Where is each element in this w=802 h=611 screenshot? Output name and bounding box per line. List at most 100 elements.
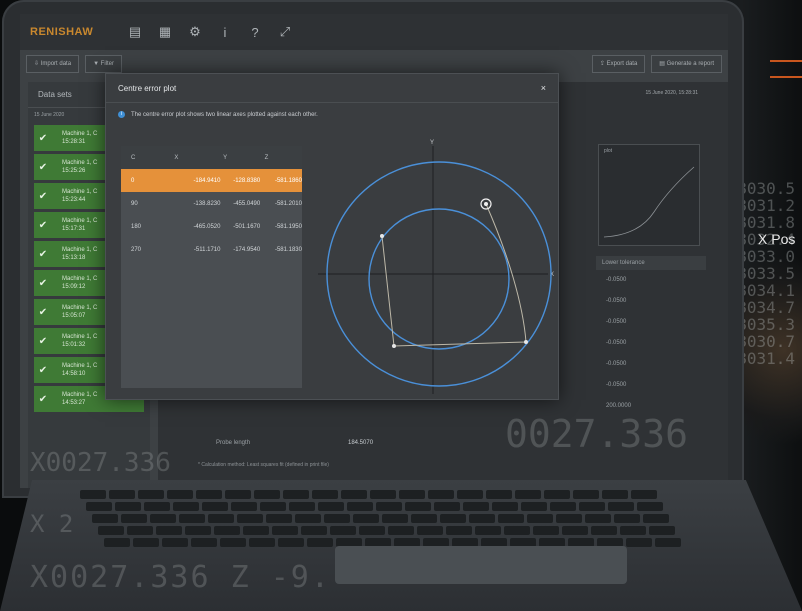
key[interactable] xyxy=(649,526,675,535)
gear-icon[interactable]: ⚙ xyxy=(180,24,210,40)
key[interactable] xyxy=(144,502,170,511)
key[interactable] xyxy=(486,490,512,499)
key[interactable] xyxy=(272,526,298,535)
key[interactable] xyxy=(109,490,135,499)
close-icon[interactable]: × xyxy=(541,83,546,93)
clipboard-icon[interactable]: ▦ xyxy=(150,24,180,40)
key[interactable] xyxy=(446,526,472,535)
key[interactable] xyxy=(498,514,524,523)
key[interactable] xyxy=(382,514,408,523)
filter-button[interactable]: ▼ Filter xyxy=(85,55,123,73)
key[interactable] xyxy=(208,514,234,523)
key[interactable] xyxy=(156,526,182,535)
key[interactable] xyxy=(602,490,628,499)
help-icon[interactable]: ? xyxy=(240,25,270,40)
key[interactable] xyxy=(527,514,553,523)
key[interactable] xyxy=(115,502,141,511)
key[interactable] xyxy=(237,514,263,523)
key[interactable] xyxy=(428,490,454,499)
key[interactable] xyxy=(127,526,153,535)
key[interactable] xyxy=(388,526,414,535)
key[interactable] xyxy=(515,490,541,499)
key[interactable] xyxy=(469,514,495,523)
key[interactable] xyxy=(150,514,176,523)
data-point[interactable] xyxy=(524,340,528,344)
key[interactable] xyxy=(341,490,367,499)
key[interactable] xyxy=(556,514,582,523)
key[interactable] xyxy=(585,514,611,523)
key[interactable] xyxy=(307,538,333,547)
key[interactable] xyxy=(133,538,159,547)
key[interactable] xyxy=(214,526,240,535)
key[interactable] xyxy=(562,526,588,535)
key[interactable] xyxy=(318,502,344,511)
key[interactable] xyxy=(202,502,228,511)
key[interactable] xyxy=(434,502,460,511)
import-data-button[interactable]: ⇩ Import data xyxy=(26,55,80,73)
key[interactable] xyxy=(179,514,205,523)
key[interactable] xyxy=(353,514,379,523)
key[interactable] xyxy=(312,490,338,499)
key[interactable] xyxy=(330,526,356,535)
key[interactable] xyxy=(173,502,199,511)
key[interactable] xyxy=(162,538,188,547)
key[interactable] xyxy=(440,514,466,523)
table-row[interactable]: 180 -465.0520 -501.1670 -581.1950 xyxy=(121,215,302,238)
key[interactable] xyxy=(631,490,657,499)
key[interactable] xyxy=(359,526,385,535)
key[interactable] xyxy=(324,514,350,523)
generate-report-button[interactable]: ▤ Generate a report xyxy=(651,55,722,73)
key[interactable] xyxy=(121,514,147,523)
key[interactable] xyxy=(544,490,570,499)
key[interactable] xyxy=(504,526,530,535)
key[interactable] xyxy=(655,538,681,547)
key[interactable] xyxy=(457,490,483,499)
key[interactable] xyxy=(475,526,501,535)
key[interactable] xyxy=(370,490,396,499)
key[interactable] xyxy=(550,502,576,511)
key[interactable] xyxy=(138,490,164,499)
key[interactable] xyxy=(243,526,269,535)
key[interactable] xyxy=(405,502,431,511)
key[interactable] xyxy=(643,514,669,523)
key[interactable] xyxy=(80,490,106,499)
key[interactable] xyxy=(376,502,402,511)
key[interactable] xyxy=(86,502,112,511)
key[interactable] xyxy=(411,514,437,523)
key[interactable] xyxy=(225,490,251,499)
key[interactable] xyxy=(614,514,640,523)
key[interactable] xyxy=(260,502,286,511)
key[interactable] xyxy=(492,502,518,511)
key[interactable] xyxy=(196,490,222,499)
key[interactable] xyxy=(521,502,547,511)
export-data-button[interactable]: ⇪ Export data xyxy=(591,55,646,73)
info-icon[interactable]: i xyxy=(210,25,240,40)
key[interactable] xyxy=(249,538,275,547)
key[interactable] xyxy=(220,538,246,547)
key[interactable] xyxy=(295,514,321,523)
key[interactable] xyxy=(254,490,280,499)
key[interactable] xyxy=(573,490,599,499)
key[interactable] xyxy=(231,502,257,511)
key[interactable] xyxy=(591,526,617,535)
key[interactable] xyxy=(167,490,193,499)
document-icon[interactable]: ▤ xyxy=(120,24,150,40)
data-point[interactable] xyxy=(392,344,396,348)
key[interactable] xyxy=(289,502,315,511)
table-row[interactable]: 90 -138.8230 -455.0490 -581.2010 xyxy=(121,192,302,215)
key[interactable] xyxy=(637,502,663,511)
key[interactable] xyxy=(608,502,634,511)
key[interactable] xyxy=(399,490,425,499)
key[interactable] xyxy=(347,502,373,511)
key[interactable] xyxy=(104,538,130,547)
key[interactable] xyxy=(191,538,217,547)
table-row[interactable]: 270 -511.1710 -174.9540 -581.1830 xyxy=(121,238,302,261)
key[interactable] xyxy=(579,502,605,511)
key[interactable] xyxy=(278,538,304,547)
key[interactable] xyxy=(98,526,124,535)
key[interactable] xyxy=(185,526,211,535)
key[interactable] xyxy=(533,526,559,535)
key[interactable] xyxy=(626,538,652,547)
key[interactable] xyxy=(266,514,292,523)
key[interactable] xyxy=(417,526,443,535)
